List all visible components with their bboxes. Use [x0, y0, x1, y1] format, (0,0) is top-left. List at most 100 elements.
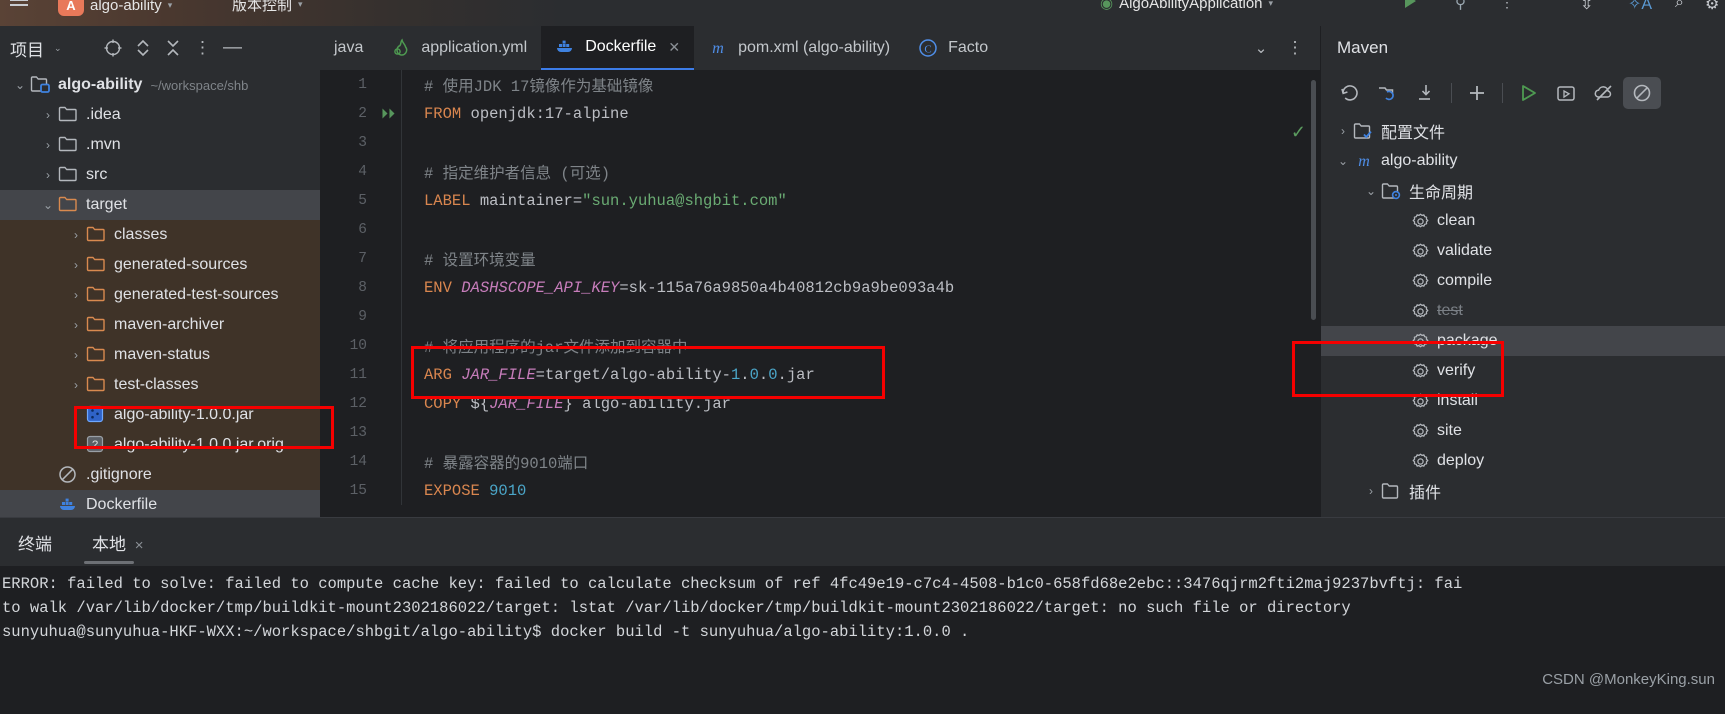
editor-tab-java[interactable]: java [320, 26, 377, 70]
tree-item-classes[interactable]: › classes [0, 220, 320, 250]
project-widget[interactable]: A algo-ability ▾ [58, 0, 172, 16]
terminal-line-2: to walk /var/lib/docker/tmp/buildkit-mou… [2, 599, 1351, 617]
maven-item-site[interactable]: site [1321, 416, 1725, 446]
tree-item--mvn[interactable]: › .mvn [0, 130, 320, 160]
collapse-all-icon[interactable] [158, 33, 188, 63]
line-number: 15 [349, 482, 367, 499]
terminal-tab-bar[interactable]: 终端 本地 × [0, 518, 1725, 566]
add-icon[interactable] [1458, 77, 1496, 109]
tree-item-target[interactable]: ⌄ target [0, 190, 320, 220]
run-button[interactable] [1405, 0, 1416, 8]
maven-item-install[interactable]: install [1321, 386, 1725, 416]
tree-item-algo-ability-1-0-0-jar[interactable]: algo-ability-1.0.0.jar [0, 400, 320, 430]
chevron-down-icon[interactable]: ⌄ [1246, 33, 1276, 63]
chevron-down-icon[interactable]: ⌄ [10, 78, 30, 92]
tree-item-dockerfile[interactable]: Dockerfile [0, 490, 320, 520]
terminal-output[interactable]: ERROR: failed to solve: failed to comput… [0, 566, 1725, 714]
editor-scrollbar[interactable] [1311, 80, 1316, 320]
reload-project-icon[interactable] [1369, 77, 1407, 109]
download-sources-icon[interactable] [1407, 77, 1445, 109]
close-icon[interactable]: × [135, 537, 144, 554]
run-icon[interactable] [1405, 0, 1416, 8]
tree-item-generated-test-sources[interactable]: › generated-test-sources [0, 280, 320, 310]
chevron-down-icon[interactable]: ⌄ [38, 198, 58, 212]
maven-item-clean[interactable]: clean [1321, 206, 1725, 236]
editor-tab-bar[interactable]: java application.yml Dockerfile ✕ m pom.xml (… [320, 26, 1320, 70]
vcs-widget[interactable]: 版本控制 ▾ [232, 0, 303, 15]
run-config-widget[interactable]: ◉ AlgoAbilityApplication ▾ [1100, 0, 1273, 12]
ai-sparkle-icon[interactable]: ✧A [1628, 0, 1652, 14]
gear-icon[interactable]: ⚙ [1705, 0, 1719, 14]
chevron-right-icon[interactable]: › [1361, 484, 1381, 498]
maven-item-compile[interactable]: compile [1321, 266, 1725, 296]
tree-item--idea[interactable]: › .idea [0, 100, 320, 130]
close-icon[interactable]: ✕ [668, 39, 680, 56]
hamburger-icon[interactable] [10, 0, 28, 7]
inspection-ok-icon[interactable]: ✓ [1291, 122, 1306, 143]
editor-tab-dockerfile[interactable]: Dockerfile ✕ [541, 26, 695, 70]
more-run-button[interactable]: ⋮ [1500, 0, 1514, 11]
chevron-right-icon[interactable]: › [66, 228, 86, 242]
updates-button[interactable]: ⇳ [1580, 0, 1593, 14]
tree-item-algo-ability-1-0-0-jar-orig[interactable]: ? algo-ability-1.0.0.jar.orig [0, 430, 320, 460]
chevron-right-icon[interactable]: › [38, 138, 58, 152]
chevron-down-icon[interactable]: ▾ [1269, 0, 1274, 9]
chevron-right-icon[interactable]: › [66, 288, 86, 302]
tree-item-generated-sources[interactable]: › generated-sources [0, 250, 320, 280]
toggle-offline-icon[interactable] [1585, 77, 1623, 109]
debug-icon[interactable]: ⚲ [1455, 0, 1466, 12]
chevron-right-icon[interactable]: › [66, 348, 86, 362]
tree-item-test-classes[interactable]: › test-classes [0, 370, 320, 400]
chevron-right-icon[interactable]: › [66, 258, 86, 272]
maven-item--[interactable]: › 配置文件 [1321, 116, 1725, 146]
tree-item-maven-status[interactable]: › maven-status [0, 340, 320, 370]
maven-item--[interactable]: › 插件 [1321, 476, 1725, 506]
locate-icon[interactable] [98, 33, 128, 63]
maven-toolbar[interactable] [1321, 70, 1725, 116]
chevron-right-icon[interactable]: › [38, 108, 58, 122]
maven-item-deploy[interactable]: deploy [1321, 446, 1725, 476]
ai-assistant-button[interactable]: ✧A [1628, 0, 1652, 14]
chevron-down-icon[interactable]: ⌄ [54, 43, 62, 54]
maven-item-validate[interactable]: validate [1321, 236, 1725, 266]
main-menu-button[interactable] [10, 0, 28, 7]
reload-all-icon[interactable] [1331, 77, 1369, 109]
minimize-icon[interactable]: — [218, 33, 248, 63]
more-options-icon[interactable]: ⋮ [1280, 33, 1310, 63]
run-gutter-icon[interactable]: ⏵⏵ [375, 105, 401, 122]
chevron-down-icon[interactable]: ▾ [168, 0, 173, 11]
tree-item-algo-ability[interactable]: ⌄ algo-ability ~/workspace/shb [0, 70, 320, 100]
editor-tab-application-yml[interactable]: application.yml [377, 26, 541, 70]
chevron-right-icon[interactable]: › [1333, 124, 1353, 138]
terminal-session-tab[interactable]: 本地 × [80, 530, 156, 564]
code-line-3: 3 [320, 128, 1320, 157]
chevron-down-icon[interactable]: ▾ [298, 0, 303, 10]
chevron-down-icon[interactable]: ⌄ [1361, 184, 1381, 198]
chevron-right-icon[interactable]: › [66, 318, 86, 332]
tree-item--gitignore[interactable]: .gitignore [0, 460, 320, 490]
tree-item-src[interactable]: › src [0, 160, 320, 190]
tree-item-maven-archiver[interactable]: › maven-archiver [0, 310, 320, 340]
skip-tests-icon[interactable] [1623, 77, 1661, 109]
settings-button[interactable]: ⚙ [1705, 0, 1719, 14]
maven-item-package[interactable]: package [1321, 326, 1725, 356]
more-options-icon[interactable]: ⋮ [188, 33, 218, 63]
editor-tab-facto[interactable]: C Facto [904, 26, 1002, 70]
maven-item--[interactable]: ⌄ 生命周期 [1321, 176, 1725, 206]
search-button[interactable]: ⌕ [1675, 0, 1684, 12]
chevron-right-icon[interactable]: › [38, 168, 58, 182]
chevron-down-icon[interactable]: ⌄ [1333, 154, 1353, 168]
more-options-icon[interactable]: ⋮ [1500, 0, 1514, 11]
run-icon[interactable] [1509, 77, 1547, 109]
maven-item-test[interactable]: test [1321, 296, 1725, 326]
maven-item-algo-ability[interactable]: ⌄ m algo-ability [1321, 146, 1725, 176]
editor-tab-pom-xml-algo-ability-[interactable]: m pom.xml (algo-ability) [694, 26, 904, 70]
maven-item-label: clean [1437, 212, 1476, 229]
expand-collapse-icon[interactable] [128, 33, 158, 63]
chevron-right-icon[interactable]: › [66, 378, 86, 392]
update-arrow-icon[interactable]: ⇳ [1580, 0, 1593, 14]
run-config-icon[interactable] [1547, 77, 1585, 109]
search-icon[interactable]: ⌕ [1675, 0, 1684, 12]
maven-item-verify[interactable]: verify [1321, 356, 1725, 386]
debug-button[interactable]: ⚲ [1455, 0, 1466, 12]
